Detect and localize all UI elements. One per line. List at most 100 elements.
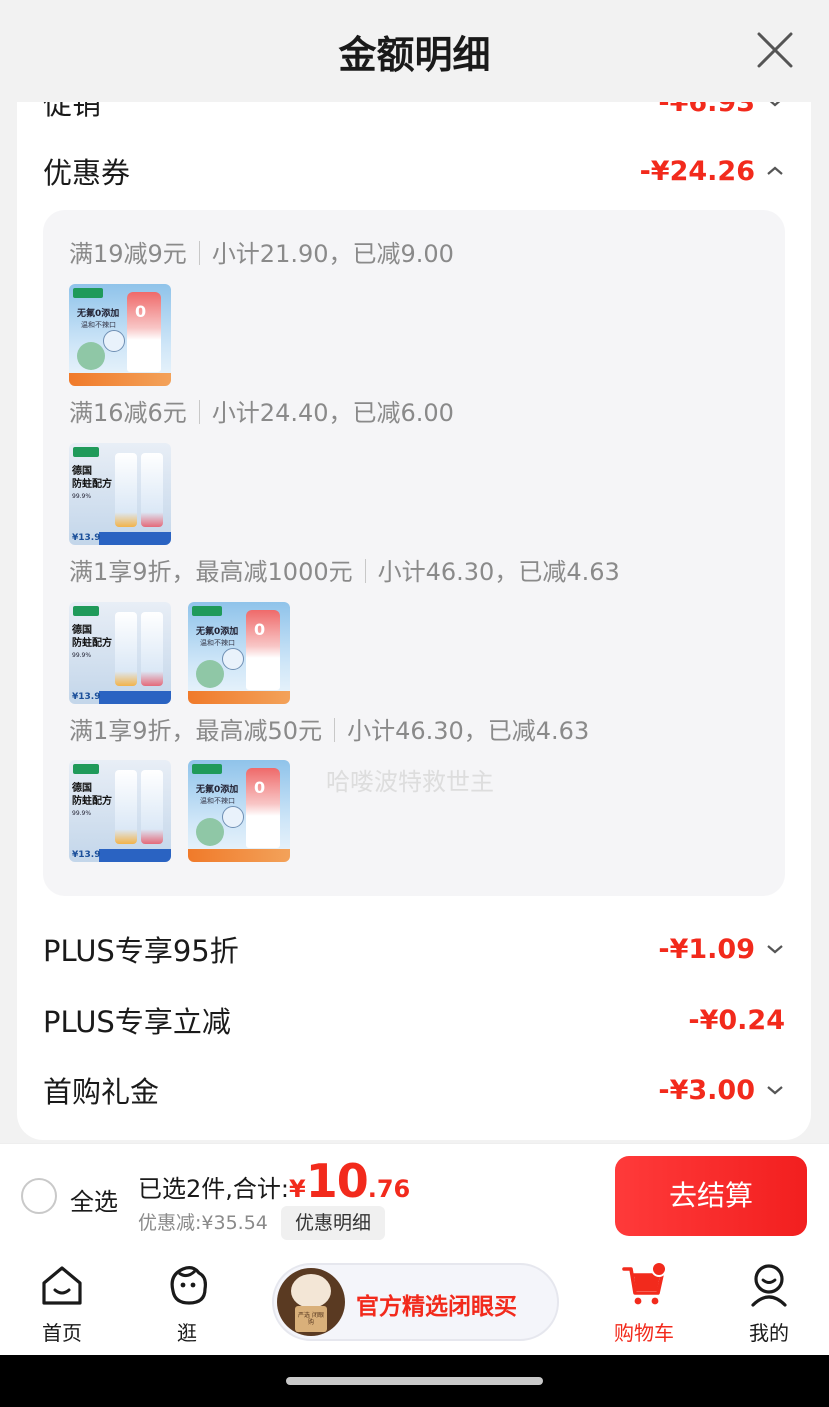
toothpaste-image: 0 <box>246 610 280 690</box>
toothpaste-image <box>115 612 137 686</box>
product-tagline: 无氟0添加 <box>196 627 239 637</box>
divider <box>198 400 200 424</box>
tab-home-label: 首页 <box>42 1321 82 1345</box>
plus-minus-amount: -¥0.24 <box>688 1004 785 1036</box>
tab-stroll[interactable]: 逛 <box>142 1261 232 1346</box>
first-gift-row[interactable]: 首购礼金 -¥3.00 <box>43 1065 785 1115</box>
first-gift-label: 首购礼金 <box>43 1075 160 1109</box>
product-subtagline: 99.9% <box>72 493 92 500</box>
amount-detail-sheet: 金额明细 促销 -¥6.93 优惠券 -¥24.26 满19减9元 小计21.90… <box>0 0 829 1143</box>
home-icon <box>38 1261 86 1309</box>
select-all-label[interactable]: 全选 <box>70 1182 118 1217</box>
plus-minus-label: PLUS专享立减 <box>43 1005 231 1039</box>
currency-symbol: ¥ <box>288 1175 306 1203</box>
mascot-icon <box>196 660 224 688</box>
coupon-row[interactable]: 优惠券 -¥24.26 <box>43 146 785 196</box>
product-tagline: 德国 防蛀配方 <box>72 624 112 650</box>
chevron-down-icon <box>765 1083 785 1097</box>
stroll-icon <box>163 1261 211 1309</box>
tab-bar: 首页 逛 严选 闭眼购 官方精选闭眼买 购物车 我的 <box>0 1249 829 1355</box>
product-tagline: 无氟0添加 <box>196 785 239 795</box>
checkout-bar: 全选 已选2件,合计:¥10.76 优惠减:¥35.54 优惠明细 去结算 <box>0 1143 829 1249</box>
promo-strip <box>99 691 171 704</box>
select-all-checkbox[interactable] <box>21 1178 57 1214</box>
product-tagline-1: 德国 <box>72 783 92 794</box>
home-indicator[interactable] <box>286 1377 543 1385</box>
chevron-down-icon <box>765 102 785 109</box>
divider <box>198 241 200 265</box>
tab-stroll-label: 逛 <box>177 1321 197 1345</box>
tab-mine[interactable]: 我的 <box>724 1261 814 1346</box>
coupon-subtotal: 小计46.30，已减4.63 <box>377 558 620 586</box>
zero-mark: 0 <box>254 778 266 797</box>
coupon-group-title: 满1享9折，最高减50元 小计46.30，已减4.63 <box>69 711 589 746</box>
coupon-rule: 满16减6元 <box>69 399 187 427</box>
mascot-avatar: 严选 闭眼购 <box>277 1268 345 1336</box>
product-tagline: 德国 防蛀配方 <box>72 782 112 808</box>
promo-amount: -¥6.93 <box>658 102 785 118</box>
product-price: ¥13.9 <box>72 533 101 543</box>
plus-minus-row: PLUS专享立减 -¥0.24 <box>43 995 785 1045</box>
product-thumbnail[interactable]: 无氟0添加 温和不辣口 0 <box>188 602 290 704</box>
product-thumbnail[interactable]: 德国 防蛀配方 99.9% ¥13.9 <box>69 760 171 862</box>
toothpaste-image <box>141 770 163 844</box>
divider <box>334 718 336 742</box>
plus95-label: PLUS专享95折 <box>43 934 239 968</box>
product-tagline: 无氟0添加 <box>77 309 120 319</box>
chevron-down-icon <box>765 942 785 956</box>
seal-icon <box>103 330 125 352</box>
product-thumbnail[interactable]: 无氟0添加 温和不辣口 0 <box>188 760 290 862</box>
promo-amount-value: -¥6.93 <box>658 102 755 118</box>
brand-logo <box>73 606 99 616</box>
discount-total: 优惠减:¥35.54 <box>138 1212 268 1234</box>
close-icon <box>757 32 793 68</box>
tab-cart-label: 购物车 <box>614 1321 674 1345</box>
chevron-up-icon <box>765 164 785 178</box>
toothpaste-image <box>115 770 137 844</box>
tab-home[interactable]: 首页 <box>17 1261 107 1346</box>
plus95-row[interactable]: PLUS专享95折 -¥1.09 <box>43 924 785 974</box>
product-subtagline: 温和不辣口 <box>81 321 116 329</box>
detail-card: 促销 -¥6.93 优惠券 -¥24.26 满19减9元 小计21.90，已减9.… <box>17 102 811 1140</box>
coupon-subtotal: 小计46.30，已减4.63 <box>347 717 590 745</box>
product-subtagline: 温和不辣口 <box>200 797 235 805</box>
total-decimal: .76 <box>367 1175 411 1203</box>
first-gift-amount-value: -¥3.00 <box>658 1074 755 1106</box>
system-nav-area <box>0 1355 829 1407</box>
product-tagline-2: 防蛀配方 <box>72 638 112 649</box>
cart-badge <box>651 1261 667 1277</box>
close-button[interactable] <box>755 30 795 70</box>
product-thumbnail[interactable]: 德国防蛀配方 99.9% ¥13.9 <box>69 602 171 704</box>
product-tagline-1: 德国 <box>72 466 92 477</box>
brand-logo <box>73 288 103 298</box>
toothpaste-image <box>115 453 137 527</box>
discount-detail-button[interactable]: 优惠明细 <box>281 1206 386 1240</box>
checkout-button[interactable]: 去结算 <box>615 1156 807 1236</box>
zero-mark: 0 <box>254 620 266 639</box>
coupon-group-title: 满1享9折，最高减1000元 小计46.30，已减4.63 <box>69 552 620 587</box>
seal-icon <box>222 648 244 670</box>
first-gift-amount: -¥3.00 <box>658 1075 785 1106</box>
tab-cart[interactable]: 购物车 <box>599 1261 689 1346</box>
selected-count: 已选2件,合计: <box>138 1175 289 1203</box>
toothpaste-image <box>141 453 163 527</box>
product-subtagline: 99.9% <box>72 652 92 659</box>
toothpaste-image: 0 <box>246 768 280 848</box>
official-picks-button[interactable]: 严选 闭眼购 官方精选闭眼买 <box>272 1263 559 1341</box>
total-summary: 已选2件,合计:¥10.76 <box>138 1154 410 1208</box>
product-thumbnail[interactable]: 德国防蛀配方 99.9% ¥13.9 <box>69 443 171 545</box>
product-price: ¥13.9 <box>72 692 101 702</box>
divider <box>364 559 366 583</box>
product-subtagline: 99.9% <box>72 810 92 817</box>
coupon-rule: 满19减9元 <box>69 240 187 268</box>
promo-row[interactable]: 促销 -¥6.93 <box>43 102 785 127</box>
product-tagline-1: 德国 <box>72 625 92 636</box>
coupon-rule: 满1享9折，最高减1000元 <box>69 558 353 586</box>
promo-strip <box>69 373 171 386</box>
product-tagline-2: 防蛀配方 <box>72 479 112 490</box>
coupon-rule: 满1享9折，最高减50元 <box>69 717 323 745</box>
coupon-amount-value: -¥24.26 <box>639 155 755 187</box>
coupon-label: 优惠券 <box>43 156 131 190</box>
coupon-breakdown: 满19减9元 小计21.90，已减9.00 无氟0添加 温和不辣口 0 满16减6… <box>43 210 785 896</box>
product-thumbnail[interactable]: 无氟0添加 温和不辣口 0 <box>69 284 171 386</box>
